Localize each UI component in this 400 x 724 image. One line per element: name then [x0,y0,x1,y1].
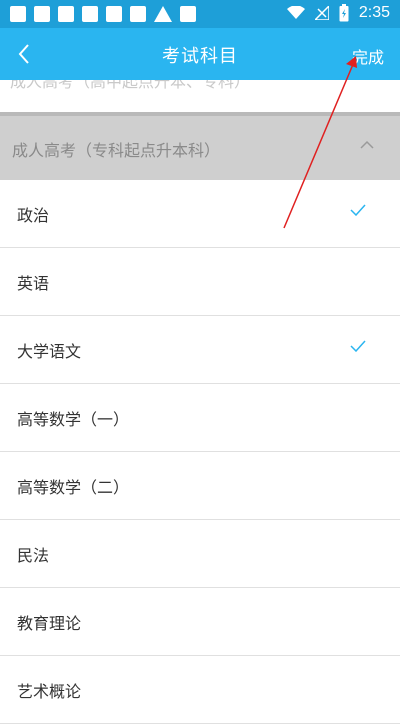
notification-icon [10,6,26,22]
subject-item-college-chinese[interactable]: 大学语文 [0,316,400,384]
notification-icon [106,6,122,22]
group-header-label: 成人高考（专科起点升本科） [12,141,221,160]
wifi-icon [286,6,305,19]
collapsed-group-label: 成人高考（高中起点升本、专科） [10,80,251,91]
subject-label: 高等数学（一） [17,410,130,429]
status-bar: 2:35 [0,0,400,28]
subject-label: 大学语文 [17,342,82,361]
warning-icon [154,6,172,22]
notification-icon [58,6,74,22]
subject-label: 艺术概论 [17,682,82,701]
group-header[interactable]: 成人高考（专科起点升本科） [0,116,400,180]
subject-list: 政治 英语 大学语文 高等数学（一） 高等数学（二） 民法 教育理论 艺术概论 [0,180,400,724]
subject-item-education-theory[interactable]: 教育理论 [0,588,400,656]
signal-icon [314,6,329,20]
done-button[interactable]: 完成 [352,44,384,68]
notification-icons [10,6,196,22]
notification-icon [180,6,196,22]
subject-item-advanced-math-1[interactable]: 高等数学（一） [0,384,400,452]
clock: 2:35 [358,4,390,21]
subject-item-english[interactable]: 英语 [0,248,400,316]
notification-icon [34,6,50,22]
battery-icon [339,4,349,22]
subject-label: 英语 [17,274,50,293]
subject-item-advanced-math-2[interactable]: 高等数学（二） [0,452,400,520]
subject-item-civil-law[interactable]: 民法 [0,520,400,588]
check-icon [350,340,366,352]
page-title: 考试科目 [162,46,238,67]
subject-item-art-theory[interactable]: 艺术概论 [0,656,400,724]
notification-icon [82,6,98,22]
notification-icon [130,6,146,22]
subject-label: 教育理论 [17,614,82,633]
collapsed-group-header[interactable]: 成人高考（高中起点升本、专科） [0,80,400,114]
subject-label: 民法 [17,546,50,565]
chevron-up-icon [360,140,374,149]
subject-label: 高等数学（二） [17,478,130,497]
app-bar: 考试科目 完成 [0,28,400,80]
subject-item-politics[interactable]: 政治 [0,180,400,248]
subject-label: 政治 [17,206,50,225]
check-icon [350,204,366,216]
